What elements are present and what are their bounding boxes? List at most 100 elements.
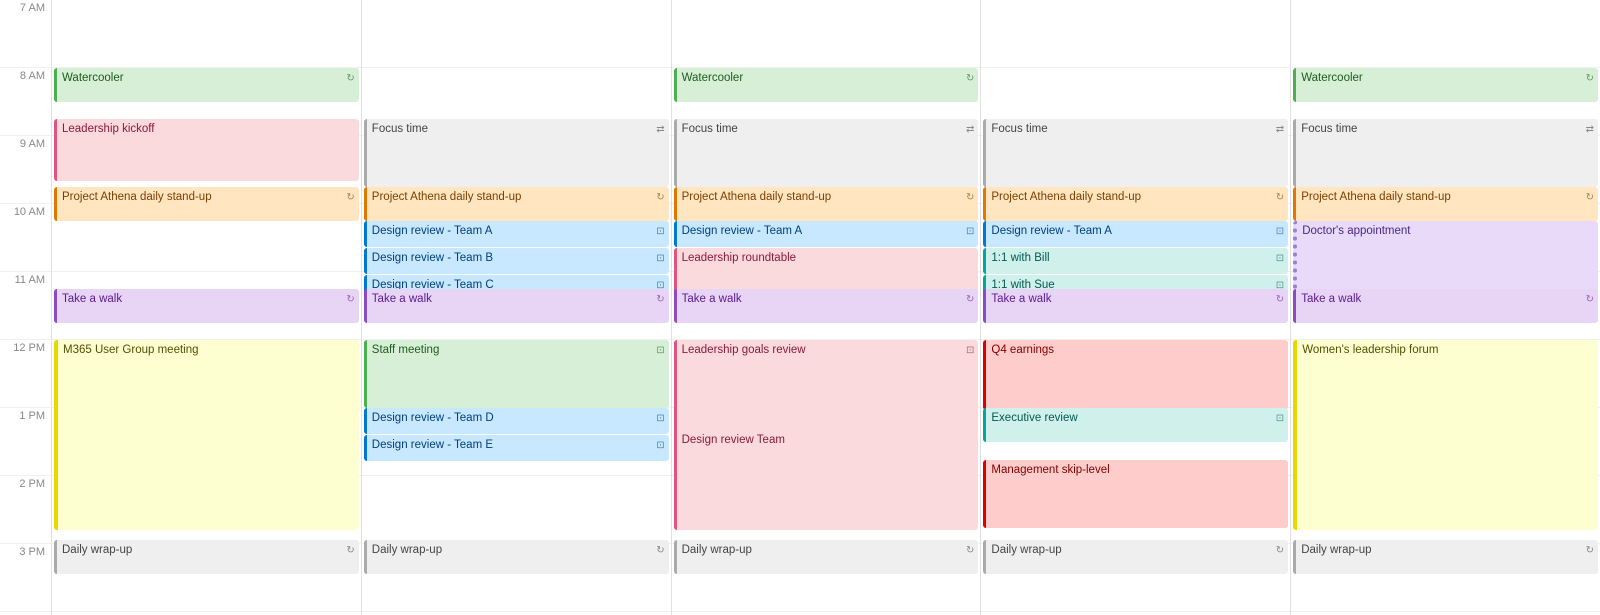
event-label: Daily wrap-up — [682, 543, 964, 558]
calendar-event[interactable]: Project Athena daily stand-up↻ — [674, 187, 979, 221]
event-label: Take a walk — [1301, 292, 1583, 307]
event-icon: ⊡ — [1276, 412, 1284, 425]
day-column-1: Watercooler↻ Leadership kickoff Project At… — [52, 0, 362, 615]
calendar-event[interactable]: Project Athena daily stand-up↻ — [1293, 187, 1598, 221]
event-label: Design review Team — [682, 433, 975, 448]
calendar-event[interactable]: Watercooler↻ — [54, 68, 359, 102]
calendar-event[interactable]: Design review - Team A⊡ — [983, 221, 1288, 247]
calendar-event[interactable]: 1:1 with Bill⊡ — [983, 248, 1288, 274]
event-icon: ↻ — [966, 72, 974, 85]
calendar-event[interactable]: Daily wrap-up↻ — [983, 540, 1288, 574]
events-layer: Focus time⇄Project Athena daily stand-up… — [362, 0, 671, 615]
calendar-view: 7 AM 8 AM 9 AM 10 AM 11 AM 12 PM 1 PM 2 … — [0, 0, 1600, 615]
event-icon: ⇄ — [656, 123, 664, 136]
event-icon: ↻ — [1586, 72, 1594, 85]
time-12pm: 12 PM — [0, 340, 52, 408]
event-label: Focus time — [372, 122, 654, 137]
calendar-event[interactable]: Management skip-level — [983, 460, 1288, 528]
event-icon: ↻ — [1586, 191, 1594, 204]
time-11am: 11 AM — [0, 272, 52, 340]
day-column-3: Watercooler↻Focus time⇄Project Athena da… — [672, 0, 982, 615]
event-icon: ⊡ — [966, 225, 974, 238]
calendar-event[interactable]: Project Athena daily stand-up↻ — [364, 187, 669, 221]
event-label: Design review - Team D — [372, 411, 654, 426]
calendar-event[interactable]: Design review - Team B⊡ — [364, 248, 669, 274]
calendar-event[interactable]: Leadership kickoff — [54, 119, 359, 181]
calendar-event[interactable]: Project Athena daily stand-up↻ — [54, 187, 359, 221]
event-icon: ↻ — [346, 293, 354, 306]
event-label: Design review - Team A — [372, 224, 654, 239]
calendar-event[interactable]: Take a walk↻ — [983, 289, 1288, 323]
event-icon: ↻ — [1276, 544, 1284, 557]
event-label: Design review - Team E — [372, 438, 654, 453]
calendar-event[interactable]: Take a walk↻ — [674, 289, 979, 323]
event-label: Focus time — [1301, 122, 1583, 137]
time-8am: 8 AM — [0, 68, 52, 136]
calendar-event[interactable]: Watercooler↻ — [1293, 68, 1598, 102]
time-3pm: 3 PM — [0, 544, 52, 612]
event-icon: ↻ — [1276, 293, 1284, 306]
event-label: Take a walk — [372, 292, 654, 307]
event-label: Doctor's appointment — [1302, 224, 1594, 239]
day-column-4: Focus time⇄Project Athena daily stand-up… — [981, 0, 1291, 615]
calendar-event[interactable]: Daily wrap-up↻ — [364, 540, 669, 574]
calendar-event[interactable]: Executive review⊡ — [983, 408, 1288, 442]
calendar-event[interactable]: Focus time⇄ — [364, 119, 669, 187]
event-label: Daily wrap-up — [1301, 543, 1583, 558]
calendar-event[interactable]: Take a walk↻ — [1293, 289, 1598, 323]
event-icon: ⊡ — [966, 344, 974, 357]
event-icon: ⊡ — [1276, 252, 1284, 265]
calendar-event[interactable]: Focus time⇄ — [674, 119, 979, 187]
event-icon: ⊡ — [656, 225, 664, 238]
event-label: Daily wrap-up — [991, 543, 1273, 558]
event-icon: ⊡ — [656, 439, 664, 452]
events-layer: Focus time⇄Project Athena daily stand-up… — [981, 0, 1290, 615]
event-label: Leadership roundtable — [682, 251, 975, 266]
calendar-event[interactable]: Watercooler↻ — [674, 68, 979, 102]
calendar-event[interactable]: Take a walk↻ — [54, 289, 359, 323]
event-icon: ↻ — [346, 544, 354, 557]
event-label: M365 User Group meeting — [63, 343, 355, 358]
time-1pm: 1 PM — [0, 408, 52, 476]
event-icon: ⇄ — [1586, 123, 1594, 136]
event-label: Watercooler — [1301, 71, 1583, 86]
event-icon: ↻ — [656, 544, 664, 557]
event-label: Project Athena daily stand-up — [1301, 190, 1583, 205]
time-10am: 10 AM — [0, 204, 52, 272]
event-icon: ↻ — [966, 191, 974, 204]
event-icon: ↻ — [346, 191, 354, 204]
events-layer: Watercooler↻ Leadership kickoff Project At… — [52, 0, 361, 615]
calendar-event[interactable]: Focus time⇄ — [1293, 119, 1598, 187]
time-9am: 9 AM — [0, 136, 52, 204]
calendar-event[interactable]: Design review Team — [674, 430, 979, 464]
event-icon: ↻ — [1276, 191, 1284, 204]
events-layer: Watercooler↻Focus time⇄Project Athena da… — [1291, 0, 1600, 615]
calendar-event[interactable]: Project Athena daily stand-up↻ — [983, 187, 1288, 221]
event-label: Focus time — [682, 122, 964, 137]
calendar-event[interactable]: Focus time⇄ — [983, 119, 1288, 187]
day-column-5: Watercooler↻Focus time⇄Project Athena da… — [1291, 0, 1600, 615]
event-label: Project Athena daily stand-up — [372, 190, 654, 205]
calendar-event[interactable]: Design review - Team E⊡ — [364, 435, 669, 461]
calendar-event[interactable]: Design review - Team D⊡ — [364, 408, 669, 434]
event-label: Project Athena daily stand-up — [682, 190, 964, 205]
event-label: Management skip-level — [991, 463, 1284, 478]
event-label: Daily wrap-up — [62, 543, 344, 558]
event-label: Project Athena daily stand-up — [991, 190, 1273, 205]
calendar-event[interactable]: Daily wrap-up↻ — [54, 540, 359, 574]
event-label: Take a walk — [682, 292, 964, 307]
event-icon: ↻ — [1586, 293, 1594, 306]
calendar-event[interactable]: Women's leadership forum — [1293, 340, 1598, 530]
calendar-event[interactable]: Daily wrap-up↻ — [1293, 540, 1598, 574]
calendar-event[interactable]: Take a walk↻ — [364, 289, 669, 323]
event-label: Design review - Team A — [682, 224, 964, 239]
calendar-event[interactable]: Staff meeting⊡ — [364, 340, 669, 408]
calendar-event[interactable]: Design review - Team A⊡ — [674, 221, 979, 247]
time-2pm: 2 PM — [0, 476, 52, 544]
calendar-event[interactable]: M365 User Group meeting — [54, 340, 359, 530]
event-icon: ⊡ — [656, 252, 664, 265]
calendar-event[interactable]: Q4 earnings — [983, 340, 1288, 410]
calendar-event[interactable]: Daily wrap-up↻ — [674, 540, 979, 574]
calendar-event[interactable]: Design review - Team A⊡ — [364, 221, 669, 247]
event-icon: ⊡ — [1276, 225, 1284, 238]
